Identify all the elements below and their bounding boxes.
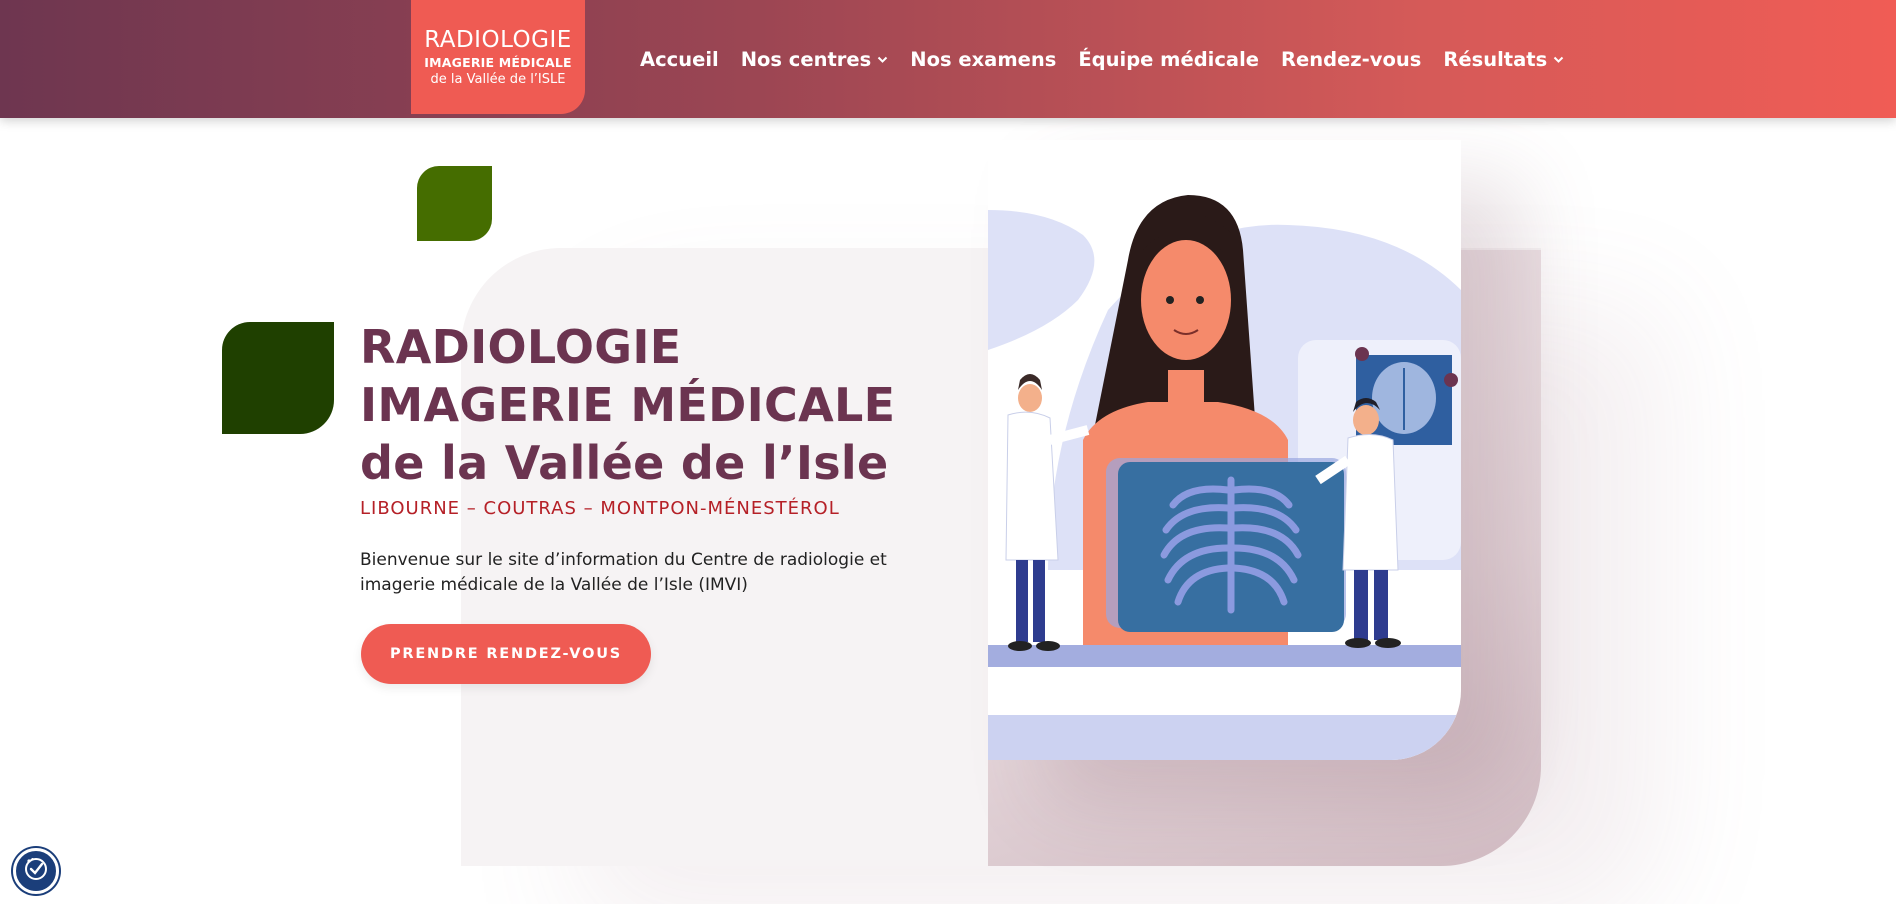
nav-item-nos-examens[interactable]: Nos examens [910,48,1056,71]
hero-title-line-3: de la Vallée de l’Isle [360,436,889,490]
nav-label: Accueil [640,47,719,71]
hero-title-line-2: IMAGERIE MÉDICALE [360,378,896,432]
hero-title: RADIOLOGIE IMAGERIE MÉDICALE de la Vallé… [360,318,895,492]
nav-label: Nos examens [910,47,1057,71]
radiology-xray-illustration [988,140,1461,760]
logo-line-1: RADIOLOGIE [424,26,572,53]
chevron-down-icon [1553,53,1564,67]
nav-label: Nos centres [740,47,872,71]
site-header: RADIOLOGIE IMAGERIE MÉDICALE de la Vallé… [0,0,1896,118]
leaf-shape-dark [222,322,334,434]
nav-item-equipe-medicale[interactable]: Équipe médicale [1078,48,1259,71]
nav-item-rendez-vous[interactable]: Rendez-vous [1281,48,1421,71]
nav-label: Résultats [1443,47,1548,71]
accessibility-button[interactable] [13,848,59,894]
leaf-shape-light [417,166,492,241]
accessibility-icon [23,856,49,886]
hero-title-line-1: RADIOLOGIE [360,320,682,374]
site-logo[interactable]: RADIOLOGIE IMAGERIE MÉDICALE de la Vallé… [411,0,585,114]
logo-line-2: IMAGERIE MÉDICALE [424,54,572,70]
nav-item-resultats[interactable]: Résultats [1443,48,1564,71]
book-appointment-button[interactable]: PRENDRE RENDEZ-VOUS [361,624,651,684]
nav-label: Équipe médicale [1078,47,1259,71]
nav-label: Rendez-vous [1281,47,1422,71]
chevron-down-icon [877,53,888,67]
nav-item-nos-centres[interactable]: Nos centres [741,48,889,71]
logo-line-3: de la Vallée de l’ISLE [430,71,566,87]
hero-intro-text: Bienvenue sur le site d’information du C… [360,550,887,595]
main-nav: Accueil Nos centres Nos examens Équipe m… [640,0,1586,118]
hero-locations: LIBOURNE – COUTRAS – MONTPON-MÉNESTÉROL [360,498,840,519]
nav-item-accueil[interactable]: Accueil [640,48,719,71]
